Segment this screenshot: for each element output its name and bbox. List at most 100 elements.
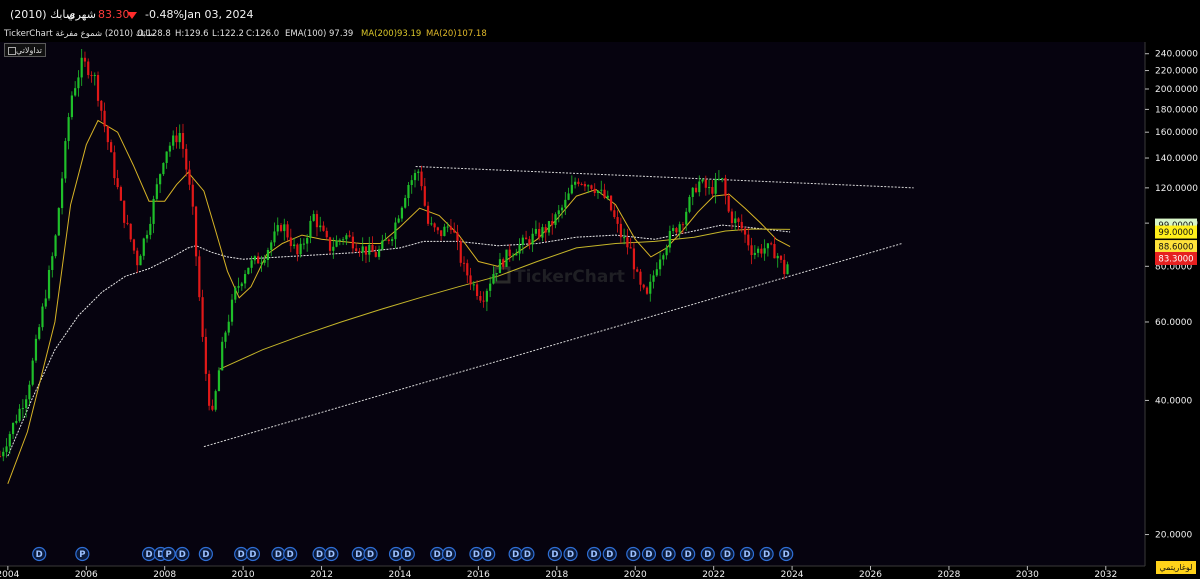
candle-body xyxy=(364,246,368,255)
candle-body xyxy=(381,240,384,250)
candle-body xyxy=(479,295,482,301)
candle xyxy=(221,336,224,371)
watermark-text: TickerChart xyxy=(514,267,625,287)
event-marker[interactable]: D xyxy=(175,546,190,562)
event-marker[interactable]: D xyxy=(547,546,562,562)
candle-body xyxy=(645,287,649,294)
candle xyxy=(208,370,211,411)
event-marker-label: D xyxy=(287,550,294,560)
candle-body xyxy=(74,88,77,96)
tadawulati-button[interactable]: تداولاتي xyxy=(4,43,46,57)
candle-body xyxy=(348,235,351,237)
event-marker[interactable]: D xyxy=(563,546,578,562)
candle-body xyxy=(64,141,67,179)
candle-body xyxy=(590,185,593,189)
event-marker-label: D xyxy=(485,550,492,560)
event-marker[interactable]: D xyxy=(681,546,696,562)
candle-body xyxy=(387,239,390,242)
candle-body xyxy=(126,222,129,224)
candle-body xyxy=(299,243,302,255)
candle-body xyxy=(453,229,456,233)
candle-body xyxy=(221,341,224,371)
event-marker[interactable]: D xyxy=(388,546,404,562)
candle-body xyxy=(374,251,377,257)
event-marker[interactable]: D xyxy=(720,546,735,562)
event-marker-label: D xyxy=(404,550,411,560)
candle-body xyxy=(149,223,152,235)
candle-body xyxy=(217,370,221,392)
event-marker[interactable]: D xyxy=(700,546,715,562)
candle-body xyxy=(345,235,348,240)
event-marker[interactable]: D xyxy=(508,546,523,562)
price-label-3: 88.6000 xyxy=(1158,243,1193,253)
candle-body xyxy=(93,75,96,77)
candle xyxy=(201,289,204,342)
event-marker-label: D xyxy=(145,550,152,560)
x-tick-label: 2020 xyxy=(624,570,647,579)
event-marker-label: D xyxy=(445,550,452,560)
candle-body xyxy=(534,228,538,234)
event-marker[interactable]: P xyxy=(75,546,90,562)
event-marker[interactable]: D xyxy=(520,546,535,562)
candle-body xyxy=(502,259,505,267)
candle-body xyxy=(668,230,671,248)
candle-body xyxy=(371,244,374,252)
event-marker[interactable]: D xyxy=(271,546,286,562)
event-marker[interactable]: D xyxy=(759,546,774,562)
candle-body xyxy=(319,225,322,228)
candle-body xyxy=(397,218,400,223)
event-marker[interactable]: D xyxy=(739,546,755,562)
event-marker[interactable]: D xyxy=(324,546,339,562)
candle-body xyxy=(8,434,11,447)
candle-body xyxy=(613,210,616,218)
event-marker[interactable]: D xyxy=(312,546,327,562)
event-marker[interactable]: D xyxy=(283,546,298,562)
event-marker[interactable]: D xyxy=(469,546,484,562)
event-marker[interactable]: D xyxy=(641,546,657,562)
candle-body xyxy=(136,250,139,266)
candle-body xyxy=(90,75,93,77)
candle-body xyxy=(257,256,260,264)
candle-body xyxy=(760,248,763,254)
candle-body xyxy=(639,271,642,285)
candle-body xyxy=(456,232,459,241)
candle-body xyxy=(208,373,211,406)
event-marker[interactable]: D xyxy=(363,546,378,562)
candle-body xyxy=(423,186,426,206)
event-marker[interactable]: P xyxy=(161,546,176,562)
candle-body xyxy=(25,399,28,409)
event-marker[interactable]: D xyxy=(198,546,213,562)
indicator-legend: TickerChart سابك (2010) شموع مفرغة O:128… xyxy=(0,29,1145,41)
candle-body xyxy=(701,179,704,182)
legend-close: C:126.0 xyxy=(246,29,280,39)
event-marker[interactable]: D xyxy=(779,546,794,562)
candle-body xyxy=(721,178,724,180)
event-marker[interactable]: D xyxy=(400,546,415,562)
candle-body xyxy=(188,169,191,185)
event-marker[interactable]: D xyxy=(32,546,47,562)
candle-body xyxy=(21,408,24,410)
event-marker[interactable]: D xyxy=(141,546,157,562)
event-marker-label: D xyxy=(36,550,43,560)
event-marker[interactable]: D xyxy=(430,546,445,562)
candle-body xyxy=(714,179,717,194)
event-marker[interactable]: D xyxy=(661,546,676,562)
candle xyxy=(70,91,73,120)
event-marker[interactable]: D xyxy=(602,546,617,562)
candle-body xyxy=(15,420,18,423)
event-marker[interactable]: D xyxy=(586,546,602,562)
candle-body xyxy=(658,259,662,270)
candle-body xyxy=(332,246,335,251)
event-marker[interactable]: D xyxy=(245,546,261,562)
symbol-name[interactable]: سابك (2010) xyxy=(10,8,75,21)
event-marker[interactable]: D xyxy=(481,546,496,562)
event-marker[interactable]: D xyxy=(234,546,249,562)
event-marker[interactable]: D xyxy=(626,546,641,562)
log-scale-button[interactable]: لوغاريتمي xyxy=(1156,561,1196,574)
price-chart[interactable]: TickerChart 240.0000 220.0000 200.0000 180.… xyxy=(0,0,1200,579)
event-marker[interactable]: D xyxy=(441,546,457,562)
period-label[interactable]: شهري xyxy=(67,8,96,21)
candle-body xyxy=(688,196,691,212)
event-marker[interactable]: D xyxy=(351,546,366,562)
candle-body xyxy=(740,221,743,229)
